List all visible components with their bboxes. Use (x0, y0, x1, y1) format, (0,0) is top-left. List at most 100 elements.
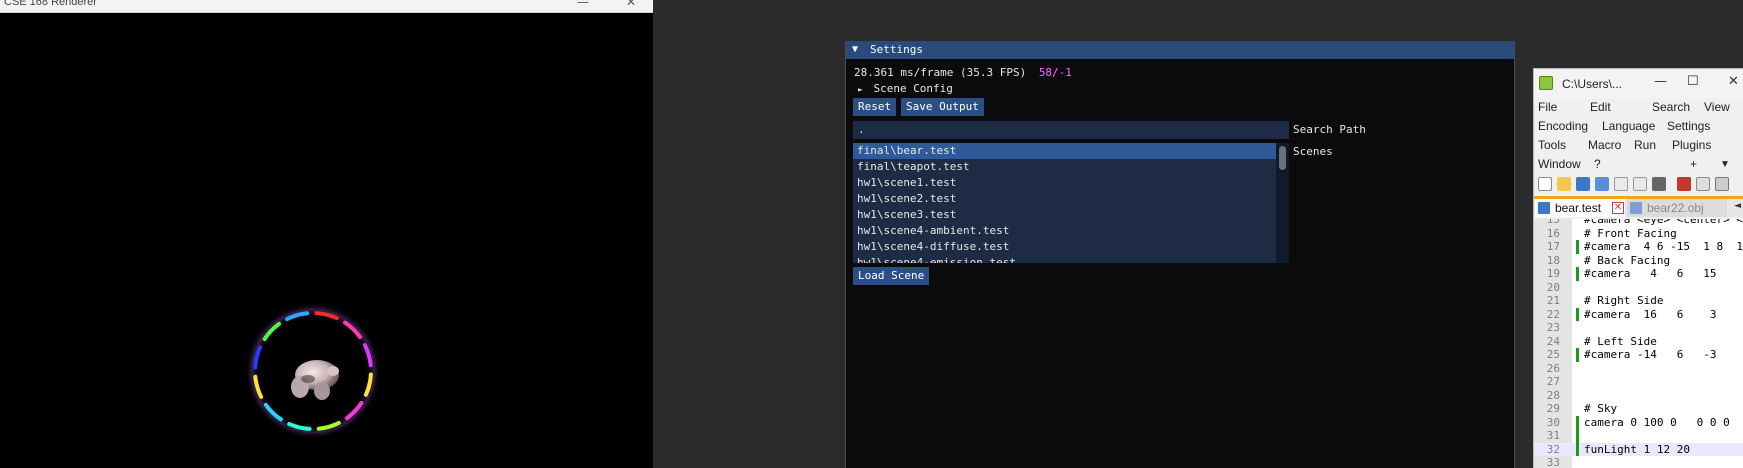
code-editor[interactable]: 15 #camera <eye> <center> <u 16 # Front Fac… (1534, 219, 1743, 468)
menu-item-plugins[interactable]: Plugins (1672, 138, 1711, 152)
tab-bear-test[interactable]: bear.test ✕ (1535, 199, 1625, 217)
close-file-icon[interactable] (1614, 177, 1628, 191)
scroll-thumb[interactable] (1279, 146, 1286, 170)
tab-scroll-left-icon[interactable]: ◄ (1734, 201, 1741, 211)
scene-list-item[interactable]: hw1\scene4-emission.test (853, 255, 1276, 263)
menu-item-run[interactable]: Run (1634, 138, 1656, 152)
menu-item-help[interactable]: ? (1594, 157, 1601, 171)
scene-list-item[interactable]: final\teapot.test (853, 159, 1276, 175)
menu-item-window[interactable]: Window (1538, 157, 1581, 171)
cut-icon[interactable] (1677, 177, 1691, 191)
renderer-titlebar[interactable]: CSE 168 Renderer — ✕ (0, 0, 653, 13)
chevron-right-icon: ► (858, 85, 863, 94)
scenes-label: Scenes (1293, 145, 1333, 158)
code-line[interactable]: 16 # Front Facing (1534, 227, 1743, 241)
line-number: 21 (1546, 294, 1560, 307)
code-line[interactable]: 21 # Right Side (1534, 294, 1743, 308)
change-marker (1576, 307, 1579, 321)
save-all-icon[interactable] (1595, 177, 1609, 191)
scene-list-item[interactable]: final\bear.test (853, 143, 1276, 159)
scene-list-item[interactable]: hw1\scene2.test (853, 191, 1276, 207)
editor-titlebar[interactable]: C:\Users\... — ☐ ✕ (1534, 69, 1743, 99)
code-text: #camera <eye> <center> <u (1584, 219, 1743, 226)
code-line[interactable]: 32 funLight 1 12 20 (1534, 442, 1743, 456)
code-line[interactable]: 27 (1534, 375, 1743, 389)
line-number: 15 (1546, 219, 1560, 226)
settings-titlebar[interactable]: ▼ Settings (846, 41, 1514, 59)
change-marker (1576, 415, 1579, 429)
scene-list-item[interactable]: hw1\scene1.test (853, 175, 1276, 191)
line-number: 27 (1546, 375, 1560, 388)
change-marker (1576, 429, 1579, 443)
scene-config-label: Scene Config (873, 82, 953, 95)
close-icon[interactable]: ✕ (1612, 202, 1624, 214)
line-number: 16 (1546, 226, 1560, 240)
line-number: 28 (1546, 388, 1560, 402)
code-line[interactable]: 28 (1534, 389, 1743, 403)
scenes-scrollbar[interactable] (1276, 143, 1289, 263)
search-path-input[interactable]: . (853, 121, 1289, 139)
print-icon[interactable] (1652, 177, 1666, 191)
menu-item-language[interactable]: Language (1602, 119, 1655, 133)
tab-bear22-obj[interactable]: bear22.obj (1627, 199, 1727, 217)
save-output-button[interactable]: Save Output (901, 98, 984, 116)
line-number: 18 (1546, 253, 1560, 267)
save-icon (1538, 202, 1550, 214)
minimize-icon[interactable]: — (1654, 74, 1667, 89)
line-number: 22 (1546, 307, 1560, 321)
change-marker (1576, 442, 1579, 456)
scene-config-tree-node[interactable]: ► Scene Config (858, 82, 953, 95)
code-line[interactable]: 18 # Back Facing (1534, 254, 1743, 268)
code-text: # Front Facing (1584, 226, 1677, 240)
code-line[interactable]: 24 # Left Side (1534, 335, 1743, 349)
menu-item-search[interactable]: Search (1652, 100, 1690, 114)
line-number: 20 (1546, 280, 1560, 294)
copy-icon[interactable] (1696, 177, 1710, 191)
collapse-triangle-icon[interactable]: ▼ (852, 41, 858, 59)
code-line[interactable]: 31 (1534, 429, 1743, 443)
render-viewport[interactable] (0, 13, 653, 468)
code-line[interactable]: 17 #camera 4 6 -15 1 8 1.5 (1534, 240, 1743, 254)
close-icon[interactable]: ✕ (1728, 74, 1739, 89)
code-line[interactable]: 30 camera 0 100 0 0 0 0 (1534, 415, 1743, 429)
code-line[interactable]: 22 #camera 16 6 3 (1534, 307, 1743, 321)
line-number: 26 (1546, 361, 1560, 375)
menu-item-macro[interactable]: Macro (1588, 138, 1621, 152)
scenes-listbox[interactable]: final\bear.test final\teapot.test hw1\scen… (853, 143, 1289, 263)
code-line[interactable]: 25 #camera -14 6 -3 (1534, 348, 1743, 362)
open-folder-icon[interactable] (1557, 177, 1571, 191)
reset-button[interactable]: Reset (853, 98, 897, 116)
menu-item-tools[interactable]: Tools (1538, 138, 1566, 152)
code-line[interactable]: 26 (1534, 362, 1743, 376)
line-number: 23 (1546, 321, 1560, 334)
text-editor-window: C:\Users\... — ☐ ✕ File Edit Search View Enc… (1533, 68, 1743, 468)
code-line[interactable]: 19 #camera 4 6 15 (1534, 267, 1743, 281)
menu-item-view[interactable]: View (1704, 100, 1730, 114)
new-file-icon[interactable] (1538, 177, 1552, 191)
renderer-title: CSE 168 Renderer (4, 0, 97, 8)
close-all-icon[interactable] (1633, 177, 1647, 191)
minimize-icon[interactable]: — (577, 0, 589, 9)
code-line[interactable]: 23 (1534, 321, 1743, 335)
save-icon[interactable] (1576, 177, 1590, 191)
scene-list-item[interactable]: hw1\scene4-diffuse.test (853, 239, 1276, 255)
menu-item-encoding[interactable]: Encoding (1538, 119, 1588, 133)
code-text: #camera 4 6 15 (1584, 267, 1717, 280)
code-line[interactable]: 15 #camera <eye> <center> <u (1534, 219, 1743, 227)
code-line[interactable]: 29 # Sky (1534, 402, 1743, 416)
chevron-down-icon[interactable]: ▼ (1720, 159, 1730, 170)
scene-list-item[interactable]: hw1\scene4-ambient.test (853, 223, 1276, 239)
code-text: # Back Facing (1584, 253, 1671, 267)
menu-item-file[interactable]: File (1538, 100, 1557, 114)
code-line[interactable]: 33 (1534, 456, 1743, 468)
paste-icon[interactable] (1715, 177, 1729, 191)
code-text: camera 0 100 0 0 0 0 (1584, 415, 1730, 429)
close-icon[interactable]: ✕ (626, 0, 636, 9)
code-line[interactable]: 20 (1534, 281, 1743, 295)
add-tab-icon[interactable]: + (1690, 157, 1697, 171)
maximize-icon[interactable]: ☐ (1687, 74, 1699, 89)
menu-item-edit[interactable]: Edit (1590, 100, 1611, 114)
menu-item-settings[interactable]: Settings (1667, 119, 1710, 133)
scene-list-item[interactable]: hw1\scene3.test (853, 207, 1276, 223)
load-scene-button[interactable]: Load Scene (853, 267, 930, 285)
